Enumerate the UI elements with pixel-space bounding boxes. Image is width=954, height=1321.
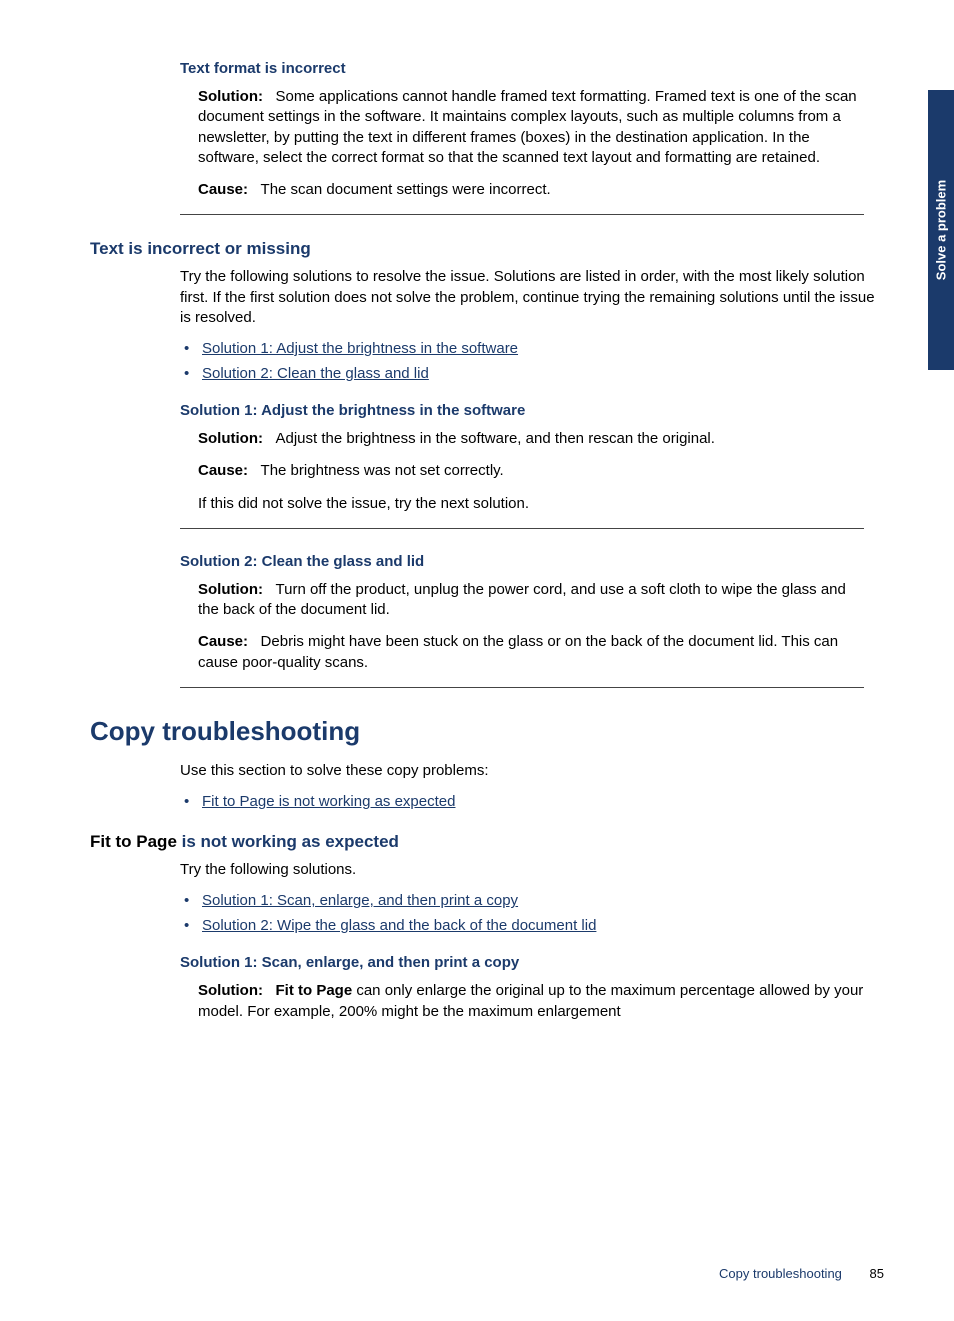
heading-sol2-clean: Solution 2: Clean the glass and lid	[180, 553, 894, 570]
solution-label: Solution:	[198, 982, 263, 999]
cause-label: Cause:	[198, 462, 248, 479]
divider	[180, 528, 864, 529]
paragraph: Solution: Fit to Page can only enlarge t…	[198, 981, 864, 1022]
link-sol1-scan-enlarge[interactable]: Solution 1: Scan, enlarge, and then prin…	[202, 892, 518, 909]
link-list: Solution 1: Adjust the brightness in the…	[180, 338, 894, 384]
paragraph: Cause: The brightness was not set correc…	[198, 461, 864, 481]
paragraph: Cause: The scan document settings were i…	[198, 180, 864, 200]
page-footer: Copy troubleshooting 85	[719, 1266, 884, 1281]
cause-label: Cause:	[198, 633, 248, 650]
heading-sol1-brightness: Solution 1: Adjust the brightness in the…	[180, 402, 894, 419]
heading-text-incorrect-missing: Text is incorrect or missing	[90, 239, 894, 259]
page-content: Text format is incorrect Solution: Some …	[0, 0, 954, 1321]
list-item: Solution 2: Wipe the glass and the back …	[180, 915, 894, 936]
cause-text: Debris might have been stuck on the glas…	[198, 633, 838, 670]
heading-text-format-incorrect: Text format is incorrect	[180, 60, 894, 77]
footer-title: Copy troubleshooting	[719, 1266, 842, 1281]
paragraph: Cause: Debris might have been stuck on t…	[198, 632, 864, 673]
solution-text: Some applications cannot handle framed t…	[198, 88, 857, 166]
paragraph: Solution: Adjust the brightness in the s…	[198, 429, 864, 449]
paragraph: Solution: Turn off the product, unplug t…	[198, 580, 864, 621]
cause-text: The brightness was not set correctly.	[261, 462, 504, 479]
link-sol2-wipe-glass[interactable]: Solution 2: Wipe the glass and the back …	[202, 917, 596, 934]
paragraph: If this did not solve the issue, try the…	[198, 494, 864, 514]
heading-sol1-scan-enlarge: Solution 1: Scan, enlarge, and then prin…	[180, 954, 894, 971]
paragraph: Use this section to solve these copy pro…	[180, 761, 864, 781]
heading-copy-troubleshooting: Copy troubleshooting	[90, 716, 894, 747]
cause-label: Cause:	[198, 181, 248, 198]
list-item: Fit to Page is not working as expected	[180, 791, 894, 812]
divider	[180, 687, 864, 688]
fit-to-page-bold: Fit to Page	[276, 982, 353, 999]
cause-text: The scan document settings were incorrec…	[261, 181, 551, 198]
solution-text: Adjust the brightness in the software, a…	[276, 430, 715, 447]
divider	[180, 214, 864, 215]
paragraph: Try the following solutions.	[180, 860, 864, 880]
link-list: Solution 1: Scan, enlarge, and then prin…	[180, 890, 894, 936]
link-fit-to-page[interactable]: Fit to Page is not working as expected	[202, 793, 455, 810]
solution-label: Solution:	[198, 430, 263, 447]
heading-fit-blue: is not working as expected	[182, 832, 399, 851]
solution-label: Solution:	[198, 88, 263, 105]
paragraph: Solution: Some applications cannot handl…	[198, 87, 864, 168]
heading-fit-black: Fit to Page	[90, 832, 182, 851]
link-sol1-brightness[interactable]: Solution 1: Adjust the brightness in the…	[202, 340, 518, 357]
list-item: Solution 2: Clean the glass and lid	[180, 363, 894, 384]
paragraph: Try the following solutions to resolve t…	[180, 267, 884, 328]
link-sol2-clean[interactable]: Solution 2: Clean the glass and lid	[202, 365, 429, 382]
solution-text: Turn off the product, unplug the power c…	[198, 581, 846, 618]
link-list: Fit to Page is not working as expected	[180, 791, 894, 812]
list-item: Solution 1: Adjust the brightness in the…	[180, 338, 894, 359]
heading-fit-to-page: Fit to Page is not working as expected	[90, 832, 894, 852]
solution-label: Solution:	[198, 581, 263, 598]
footer-page-number: 85	[870, 1266, 884, 1281]
list-item: Solution 1: Scan, enlarge, and then prin…	[180, 890, 894, 911]
